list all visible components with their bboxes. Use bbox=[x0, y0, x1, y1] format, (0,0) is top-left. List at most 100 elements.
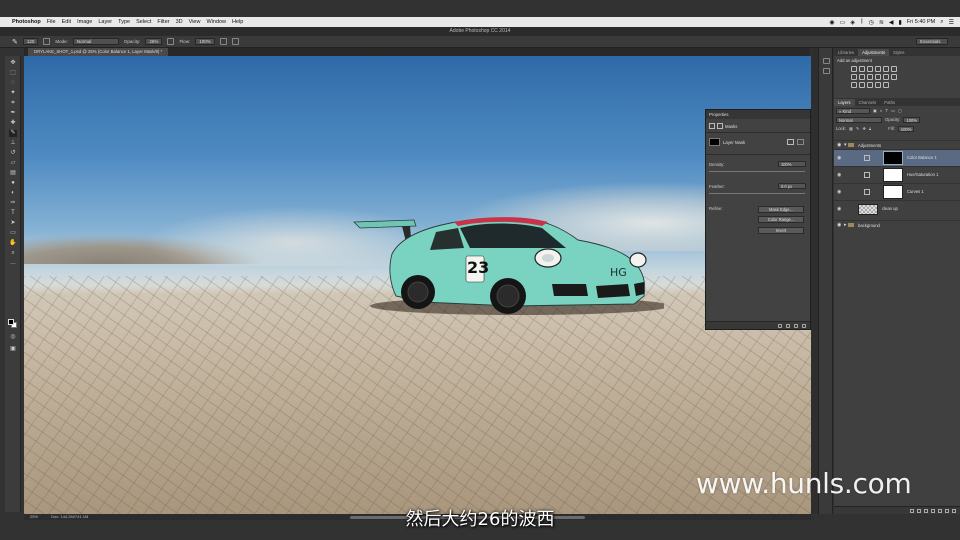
record-icon[interactable]: ◉ bbox=[829, 19, 834, 26]
zoom-tool-icon[interactable]: ⌕ bbox=[9, 250, 17, 257]
invert-button[interactable]: Invert bbox=[758, 227, 804, 234]
density-field[interactable]: 100% bbox=[778, 161, 806, 167]
visibility-icon[interactable] bbox=[794, 323, 798, 328]
menu-type[interactable]: Type bbox=[118, 19, 130, 25]
group-collapsed-arrow-icon[interactable]: ▸ bbox=[844, 222, 847, 228]
color-lookup-icon[interactable] bbox=[891, 74, 897, 80]
search-icon[interactable]: ⌕ bbox=[940, 19, 943, 26]
hand-tool-icon[interactable]: ✋ bbox=[9, 240, 17, 247]
layer-mask-thumbnail[interactable] bbox=[883, 151, 903, 165]
layer-color-balance[interactable]: ◉ Color Balance 1 bbox=[834, 149, 960, 166]
adjustment-settings-icon[interactable] bbox=[709, 123, 715, 129]
document-canvas[interactable]: HG 23 bbox=[24, 56, 811, 514]
opacity-field[interactable]: 26% bbox=[145, 38, 163, 45]
gradient-map-icon[interactable] bbox=[883, 82, 889, 88]
layer-name[interactable]: Hue/Saturation 1 bbox=[907, 172, 938, 177]
color-range-button[interactable]: Color Range... bbox=[758, 216, 804, 223]
triangle-icon[interactable] bbox=[891, 66, 897, 72]
menu-window[interactable]: Window bbox=[206, 19, 226, 25]
exposure-icon[interactable] bbox=[875, 66, 881, 72]
brush-panel-icon[interactable] bbox=[43, 38, 51, 45]
channel-mixer-icon[interactable] bbox=[883, 74, 889, 80]
marquee-tool-icon[interactable]: ⬚ bbox=[9, 70, 17, 77]
group-expanded-arrow-icon[interactable]: ▾ bbox=[844, 142, 847, 148]
quick-select-tool-icon[interactable]: ✦ bbox=[9, 90, 17, 97]
black-white-icon[interactable] bbox=[867, 74, 873, 80]
load-selection-icon[interactable] bbox=[778, 323, 782, 328]
battery-icon[interactable]: ▮ bbox=[898, 19, 901, 26]
display-icon[interactable]: ▭ bbox=[840, 19, 846, 26]
workspace-select[interactable]: Essentials bbox=[916, 38, 948, 45]
quick-mask-icon[interactable]: ◎ bbox=[9, 334, 17, 341]
brush-tool-icon-active[interactable]: ✎ bbox=[9, 130, 17, 137]
properties-panel-icon[interactable] bbox=[823, 68, 830, 74]
brush-size-field[interactable]: 120 bbox=[22, 38, 39, 45]
layer-thumbnail[interactable] bbox=[858, 204, 878, 215]
layer-group-adjustments[interactable]: ◉ ▾ Adjustments bbox=[834, 140, 960, 149]
clock-icon[interactable]: ◷ bbox=[869, 19, 874, 26]
pen-tool-icon[interactable]: ✑ bbox=[9, 200, 17, 207]
delete-mask-icon[interactable] bbox=[802, 323, 806, 328]
crop-tool-icon[interactable]: ⌗ bbox=[9, 100, 17, 107]
layer-group-background[interactable]: ◉ ▸ background bbox=[834, 220, 960, 229]
path-select-tool-icon[interactable]: ➤ bbox=[9, 220, 17, 227]
lock-image-icon[interactable]: ✎ bbox=[856, 126, 860, 131]
eraser-tool-icon[interactable]: ▱ bbox=[9, 160, 17, 167]
blend-mode-select[interactable]: Normal bbox=[836, 116, 882, 123]
document-tab[interactable]: DRYLAKE_SHOT_1.psd @ 25% (Color Balance … bbox=[28, 48, 169, 56]
vibrance-icon[interactable] bbox=[883, 66, 889, 72]
visibility-eye-icon[interactable]: ◉ bbox=[837, 222, 841, 228]
menu-select[interactable]: Select bbox=[136, 19, 151, 25]
list-icon[interactable]: ☰ bbox=[949, 19, 954, 26]
feather-field[interactable]: 0.0 px bbox=[778, 183, 806, 189]
healing-tool-icon[interactable]: ✚ bbox=[9, 120, 17, 127]
levels-icon[interactable] bbox=[859, 66, 865, 72]
lock-position-icon[interactable]: ✥ bbox=[863, 126, 867, 131]
pressure-opacity-icon[interactable] bbox=[167, 38, 175, 45]
gradient-tool-icon[interactable]: ▤ bbox=[9, 170, 17, 177]
lock-all-icon[interactable]: 🔒︎ bbox=[869, 126, 871, 131]
feather-slider[interactable] bbox=[709, 193, 805, 194]
layer-name[interactable]: Color Balance 1 bbox=[907, 155, 937, 160]
tab-channels[interactable]: Channels bbox=[855, 99, 881, 106]
fill-field[interactable]: 100% bbox=[897, 125, 915, 132]
shape-tool-icon[interactable]: ▭ bbox=[9, 230, 17, 237]
layer-opacity-field[interactable]: 100% bbox=[903, 116, 921, 123]
pixel-mask-icon[interactable] bbox=[787, 139, 794, 145]
color-balance-icon[interactable] bbox=[859, 74, 865, 80]
menu-edit[interactable]: Edit bbox=[62, 19, 71, 25]
stamp-tool-icon[interactable]: ⊥ bbox=[9, 140, 17, 147]
layer-name[interactable]: Adjustments bbox=[858, 143, 881, 148]
hue-saturation-icon[interactable] bbox=[851, 74, 857, 80]
type-tool-icon[interactable]: T bbox=[9, 210, 17, 217]
tab-layers[interactable]: Layers bbox=[834, 99, 855, 106]
menu-view[interactable]: View bbox=[189, 19, 201, 25]
curves-icon[interactable] bbox=[867, 66, 873, 72]
menu-filter[interactable]: Filter bbox=[157, 19, 169, 25]
tab-styles[interactable]: Styles bbox=[889, 49, 908, 56]
threshold-icon[interactable] bbox=[867, 82, 873, 88]
mask-edge-button[interactable]: Mask Edge... bbox=[758, 206, 804, 213]
volume-icon[interactable]: ◀ bbox=[889, 19, 894, 26]
tab-adjustments[interactable]: Adjustments bbox=[858, 49, 890, 56]
density-slider[interactable] bbox=[709, 171, 805, 172]
visibility-eye-icon[interactable]: ◉ bbox=[837, 189, 841, 195]
filter-smart-object-icon[interactable]: ▢ bbox=[898, 108, 902, 113]
properties-title[interactable]: Properties bbox=[706, 110, 810, 119]
menu-3d[interactable]: 3D bbox=[176, 19, 183, 25]
move-tool-icon[interactable]: ✥ bbox=[9, 60, 17, 67]
brightness-contrast-icon[interactable] bbox=[851, 66, 857, 72]
lock-transparent-icon[interactable]: ▦ bbox=[849, 126, 853, 131]
visibility-eye-icon[interactable]: ◉ bbox=[837, 155, 841, 161]
screen-mode-icon[interactable]: ▣ bbox=[9, 346, 17, 353]
tab-libraries[interactable]: Libraries bbox=[834, 49, 858, 56]
filter-pixel-icon[interactable]: ▣ bbox=[873, 108, 877, 113]
photo-filter-icon[interactable] bbox=[875, 74, 881, 80]
mode-select[interactable]: Normal bbox=[72, 38, 119, 45]
filter-adjustment-icon[interactable]: ◐ bbox=[880, 108, 883, 113]
layer-hue-saturation[interactable]: ◉ Hue/Saturation 1 bbox=[834, 166, 960, 183]
posterize-icon[interactable] bbox=[859, 82, 865, 88]
pressure-size-icon[interactable] bbox=[231, 38, 239, 45]
menu-help[interactable]: Help bbox=[232, 19, 243, 25]
eyedropper-tool-icon[interactable]: ✒ bbox=[9, 110, 17, 117]
